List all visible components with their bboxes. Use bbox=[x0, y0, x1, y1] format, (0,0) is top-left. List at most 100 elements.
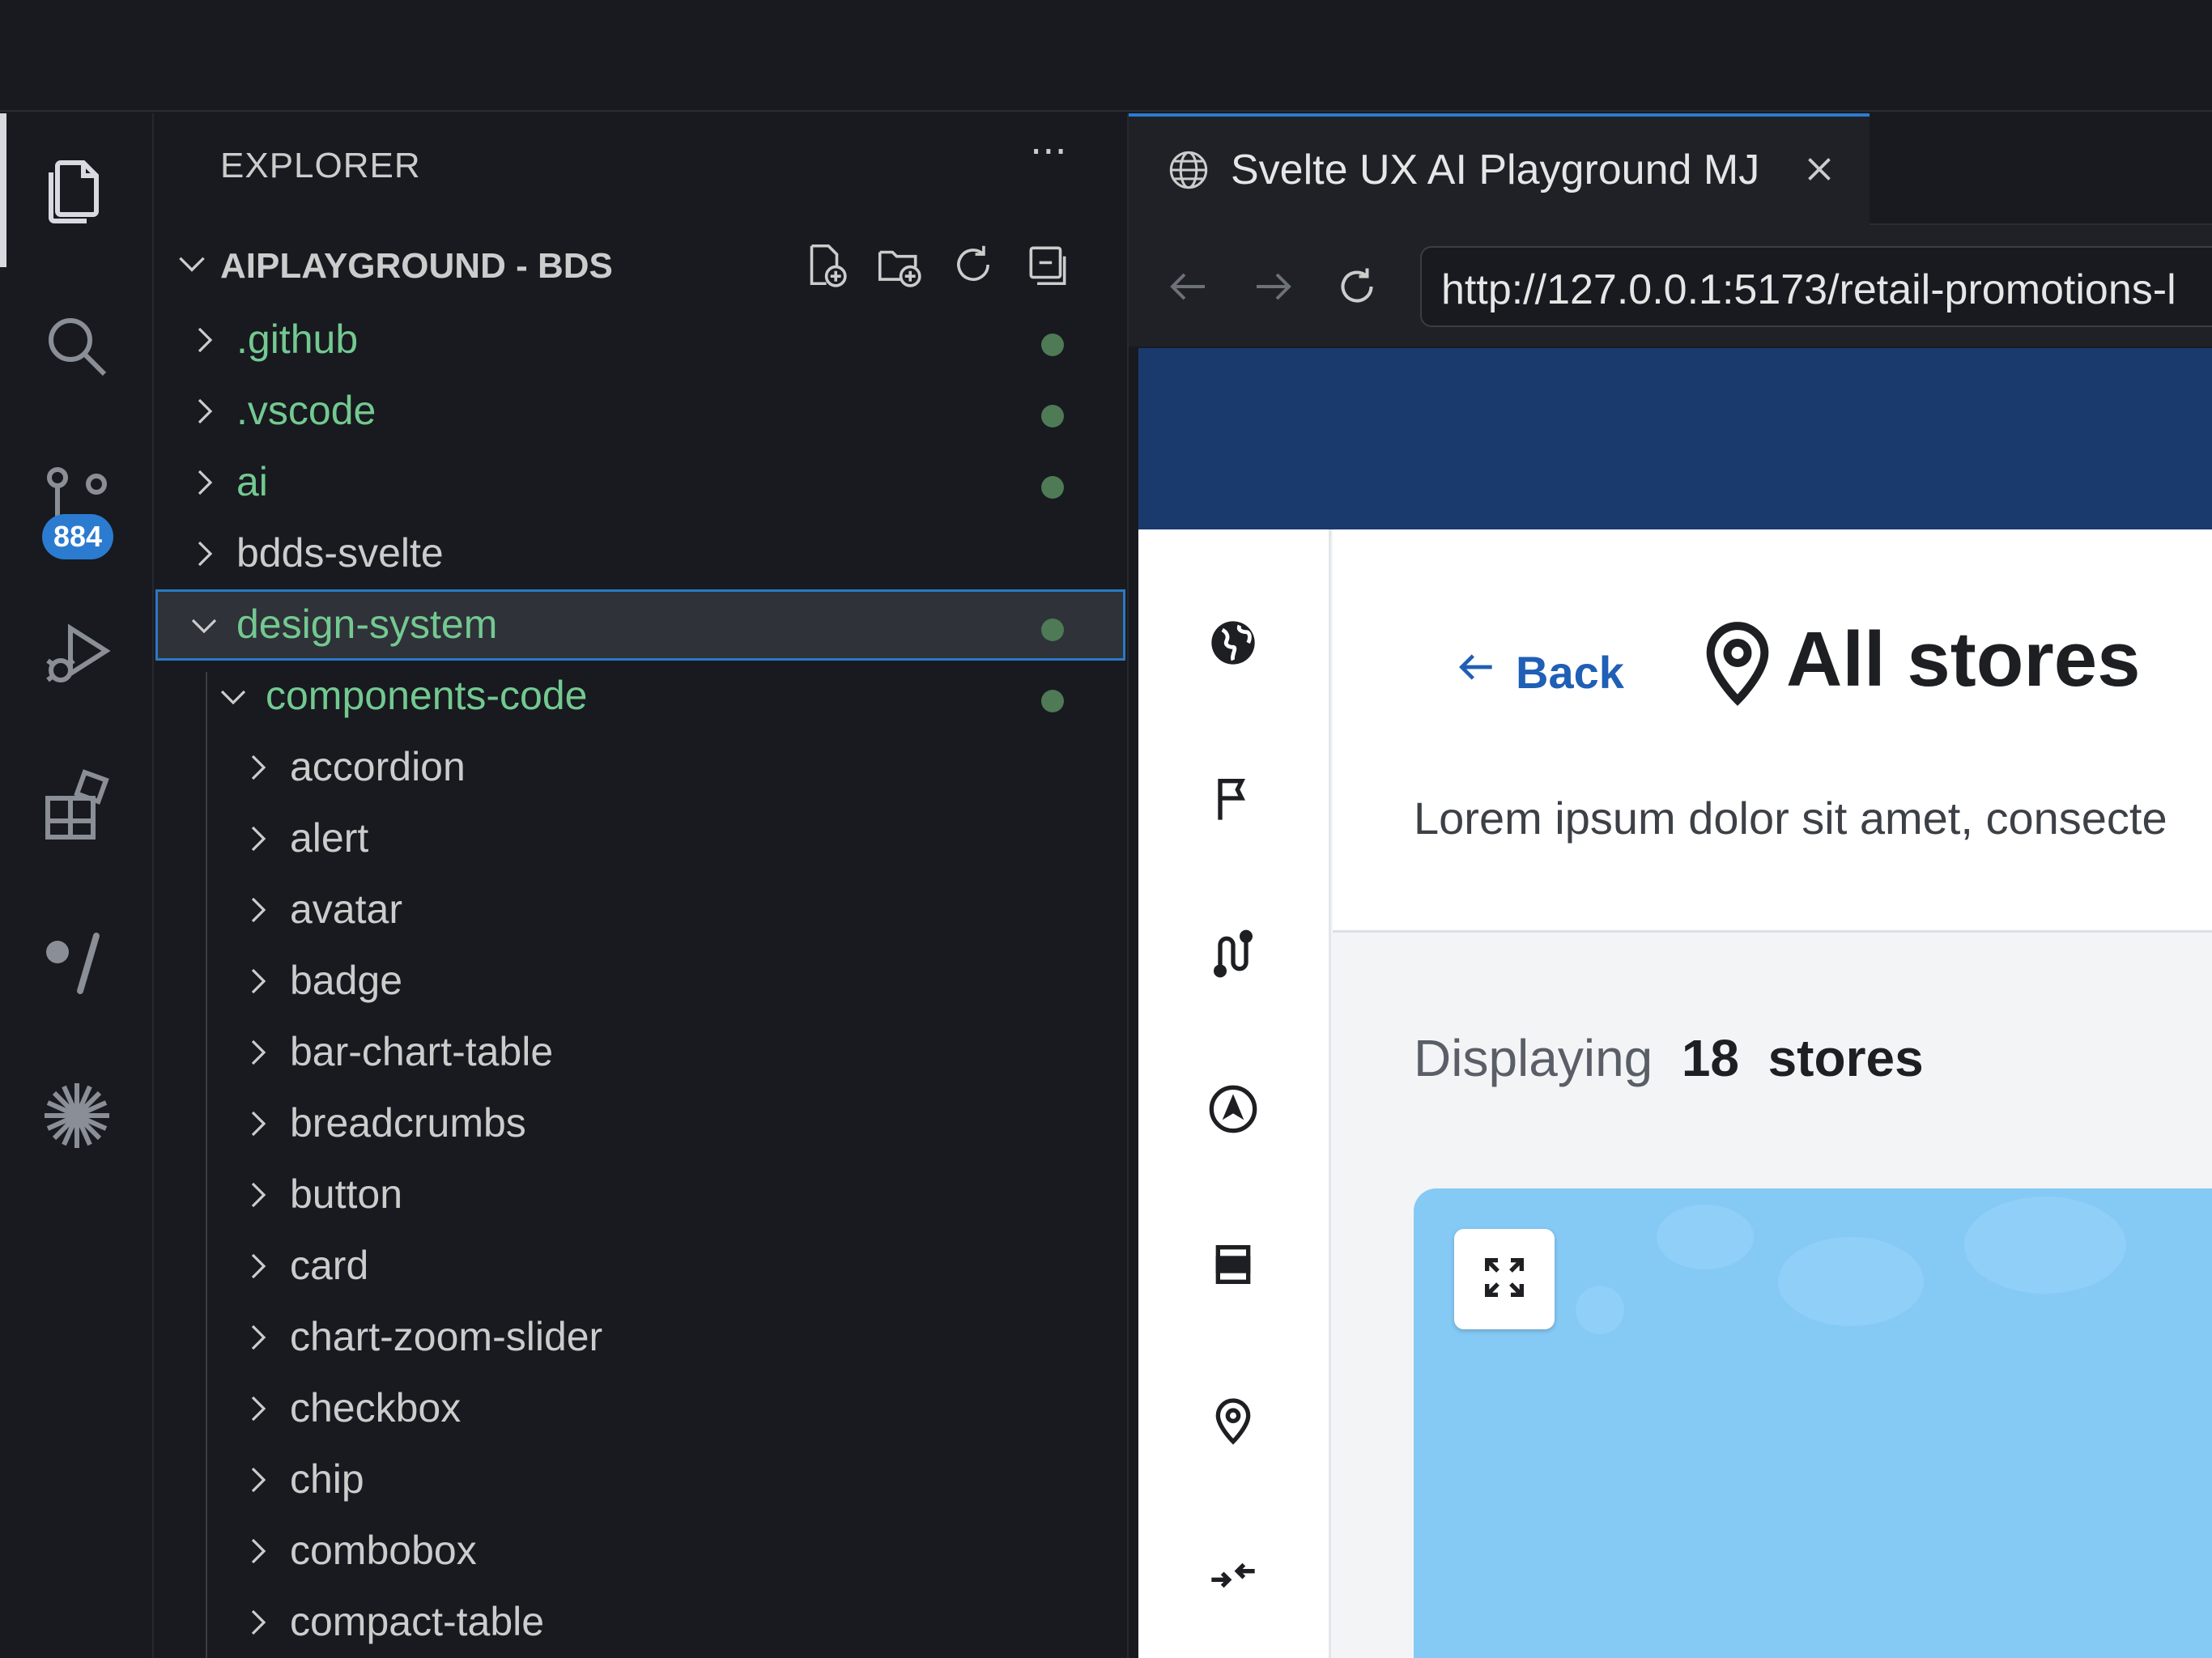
rail-item-route[interactable] bbox=[1199, 921, 1267, 989]
tree-item[interactable]: accordion bbox=[155, 732, 1125, 803]
search-activity[interactable] bbox=[0, 283, 154, 413]
chevron-right-icon bbox=[238, 891, 277, 933]
tree-item[interactable]: design-system bbox=[155, 589, 1125, 661]
comment-activity[interactable] bbox=[0, 899, 154, 1028]
tree-item-label: button bbox=[290, 1171, 403, 1217]
globe-icon bbox=[1168, 149, 1210, 194]
tree-item-label: avatar bbox=[290, 886, 402, 932]
map-land-shape bbox=[1778, 1237, 1924, 1326]
tree-item[interactable]: chart-zoom-slider bbox=[155, 1302, 1125, 1373]
displaying-prefix: Displaying bbox=[1414, 1029, 1653, 1087]
sparkle-icon bbox=[38, 1077, 116, 1158]
explorer-activity[interactable] bbox=[0, 125, 154, 255]
tree-item-label: accordion bbox=[290, 744, 466, 789]
file-tree: .github .vscode ai bdds-svelte design-system… bbox=[155, 304, 1125, 1658]
extensions-activity[interactable] bbox=[0, 745, 154, 874]
back-arrow-icon[interactable] bbox=[1164, 262, 1213, 314]
tab-title: Svelte UX AI Playground MJ bbox=[1231, 147, 1760, 193]
modified-indicator bbox=[1041, 405, 1064, 427]
tree-item[interactable]: badge bbox=[155, 946, 1125, 1017]
chevron-right-icon bbox=[238, 1247, 277, 1289]
tree-item[interactable]: button bbox=[155, 1159, 1125, 1231]
chevron-right-icon bbox=[238, 1104, 277, 1146]
close-icon[interactable] bbox=[1799, 149, 1840, 193]
extensions-icon bbox=[38, 769, 116, 850]
chevron-right-icon bbox=[185, 534, 223, 576]
tree-item[interactable]: components-code bbox=[155, 661, 1125, 732]
map-land-shape bbox=[1964, 1197, 2126, 1294]
workspace-header[interactable]: AIPLAYGROUND - BDS bbox=[155, 235, 1125, 295]
new-file-icon[interactable] bbox=[799, 240, 849, 293]
explorer-icon bbox=[38, 150, 116, 231]
tree-item[interactable]: breadcrumbs bbox=[155, 1088, 1125, 1159]
results-summary: Displaying 18 stores bbox=[1414, 1028, 1924, 1088]
tree-item[interactable]: ai bbox=[155, 447, 1125, 518]
tree-item[interactable]: avatar bbox=[155, 874, 1125, 946]
tree-item-label: breadcrumbs bbox=[290, 1100, 526, 1146]
displaying-suffix: stores bbox=[1767, 1029, 1924, 1087]
run-debug-icon bbox=[38, 615, 116, 696]
rail-item-collapse[interactable] bbox=[1199, 1543, 1267, 1611]
rail-item-shelf[interactable] bbox=[1199, 1232, 1267, 1300]
navigation-icon bbox=[1207, 1083, 1259, 1138]
modified-indicator bbox=[1041, 690, 1064, 712]
rail-item-globe[interactable] bbox=[1199, 610, 1267, 678]
store-map[interactable] bbox=[1414, 1188, 2212, 1658]
chevron-right-icon bbox=[238, 1532, 277, 1574]
map-land-shape bbox=[1657, 1205, 1754, 1269]
flag-icon bbox=[1207, 772, 1259, 827]
chevron-right-icon bbox=[185, 463, 223, 505]
title-bar bbox=[0, 0, 2212, 112]
collapse-all-icon[interactable] bbox=[1023, 240, 1073, 293]
tree-item[interactable]: combobox bbox=[155, 1516, 1125, 1587]
url-bar[interactable]: http://127.0.0.1:5173/retail-promotions-… bbox=[1420, 246, 2212, 327]
tree-item-label: components-code bbox=[266, 673, 588, 718]
chevron-right-icon bbox=[185, 392, 223, 434]
tree-item[interactable]: compact-table bbox=[155, 1587, 1125, 1658]
rail-item-location[interactable] bbox=[1199, 1388, 1267, 1456]
new-folder-icon[interactable] bbox=[874, 240, 924, 293]
back-link[interactable]: Back bbox=[1454, 644, 1624, 700]
fullscreen-button[interactable] bbox=[1454, 1229, 1555, 1329]
globe-filled-icon bbox=[1207, 617, 1259, 672]
page-header-bar bbox=[1138, 348, 2212, 529]
explorer-toolbar bbox=[799, 240, 1073, 293]
tree-item[interactable]: checkbox bbox=[155, 1373, 1125, 1444]
browser-tab[interactable]: Svelte UX AI Playground MJ bbox=[1129, 113, 1870, 225]
modified-indicator bbox=[1041, 619, 1064, 641]
tree-item-label: checkbox bbox=[290, 1385, 462, 1431]
arrow-left-icon bbox=[1454, 644, 1499, 700]
more-actions-icon[interactable]: ··· bbox=[1030, 130, 1067, 175]
run-debug-activity[interactable] bbox=[0, 591, 154, 721]
search-icon bbox=[38, 308, 116, 389]
reload-icon[interactable] bbox=[1333, 262, 1381, 314]
chevron-right-icon bbox=[238, 1175, 277, 1218]
chevron-right-icon bbox=[238, 1460, 277, 1503]
tree-item[interactable]: bar-chart-table bbox=[155, 1017, 1125, 1088]
tree-item[interactable]: alert bbox=[155, 803, 1125, 874]
ai-activity[interactable] bbox=[0, 1052, 154, 1182]
tree-item[interactable]: bdds-svelte bbox=[155, 518, 1125, 589]
tree-item[interactable]: .vscode bbox=[155, 376, 1125, 447]
rail-item-navigation[interactable] bbox=[1199, 1077, 1267, 1145]
tree-item[interactable]: .github bbox=[155, 304, 1125, 376]
store-pin-icon bbox=[1697, 619, 1778, 711]
expand-icon bbox=[1478, 1252, 1530, 1307]
refresh-icon[interactable] bbox=[948, 240, 998, 293]
forward-arrow-icon[interactable] bbox=[1249, 262, 1297, 314]
store-count: 18 bbox=[1681, 1029, 1739, 1087]
tree-item[interactable]: chip bbox=[155, 1444, 1125, 1516]
workspace-name: AIPLAYGROUND - BDS bbox=[220, 246, 613, 286]
chevron-right-icon bbox=[238, 748, 277, 790]
chevron-right-icon bbox=[185, 321, 223, 363]
tree-item[interactable]: card bbox=[155, 1231, 1125, 1302]
rail-item-flag[interactable] bbox=[1199, 766, 1267, 834]
map-land-shape bbox=[1576, 1286, 1624, 1334]
collapse-arrows-icon bbox=[1207, 1550, 1259, 1605]
source-control-activity[interactable]: 884 bbox=[0, 437, 154, 567]
tree-item-label: card bbox=[290, 1243, 369, 1288]
back-label: Back bbox=[1516, 647, 1624, 698]
explorer-panel: EXPLORER ··· AIPLAYGROUND - BDS .github.… bbox=[155, 113, 1125, 1658]
chevron-down-icon bbox=[214, 677, 253, 719]
chevron-down-icon bbox=[185, 606, 223, 648]
